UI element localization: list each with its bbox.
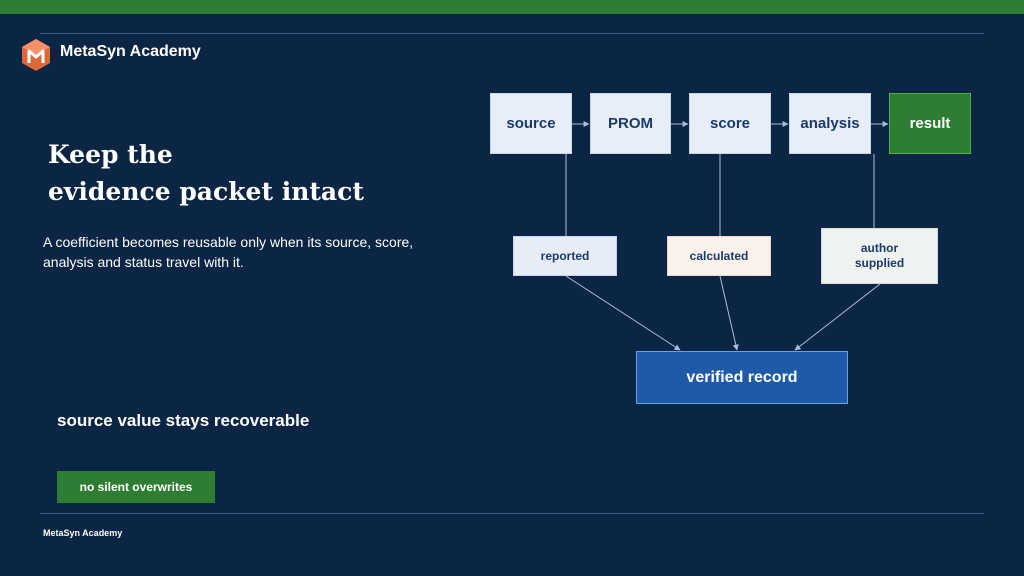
arrow-author-verified xyxy=(794,283,881,351)
flow-node-source: source xyxy=(490,93,572,154)
status-node-reported: reported xyxy=(513,236,617,276)
status-node-author-supplied: author supplied xyxy=(821,228,938,284)
flow-node-analysis: analysis xyxy=(789,93,871,154)
no-silent-overwrites-badge: no silent overwrites xyxy=(57,471,215,503)
flow-node-score: score xyxy=(689,93,771,154)
flow-node-result: result xyxy=(889,93,971,154)
footer-brand: MetaSyn Academy xyxy=(43,528,123,538)
status-node-calculated: calculated xyxy=(667,236,771,276)
verified-record-node: verified record xyxy=(636,351,848,404)
arrow-reported-verified xyxy=(565,275,681,351)
flow-node-prom: PROM xyxy=(590,93,671,154)
arrow-calculated-verified xyxy=(719,275,739,351)
tagline: source value stays recoverable xyxy=(57,411,310,430)
footer-divider xyxy=(40,513,984,514)
